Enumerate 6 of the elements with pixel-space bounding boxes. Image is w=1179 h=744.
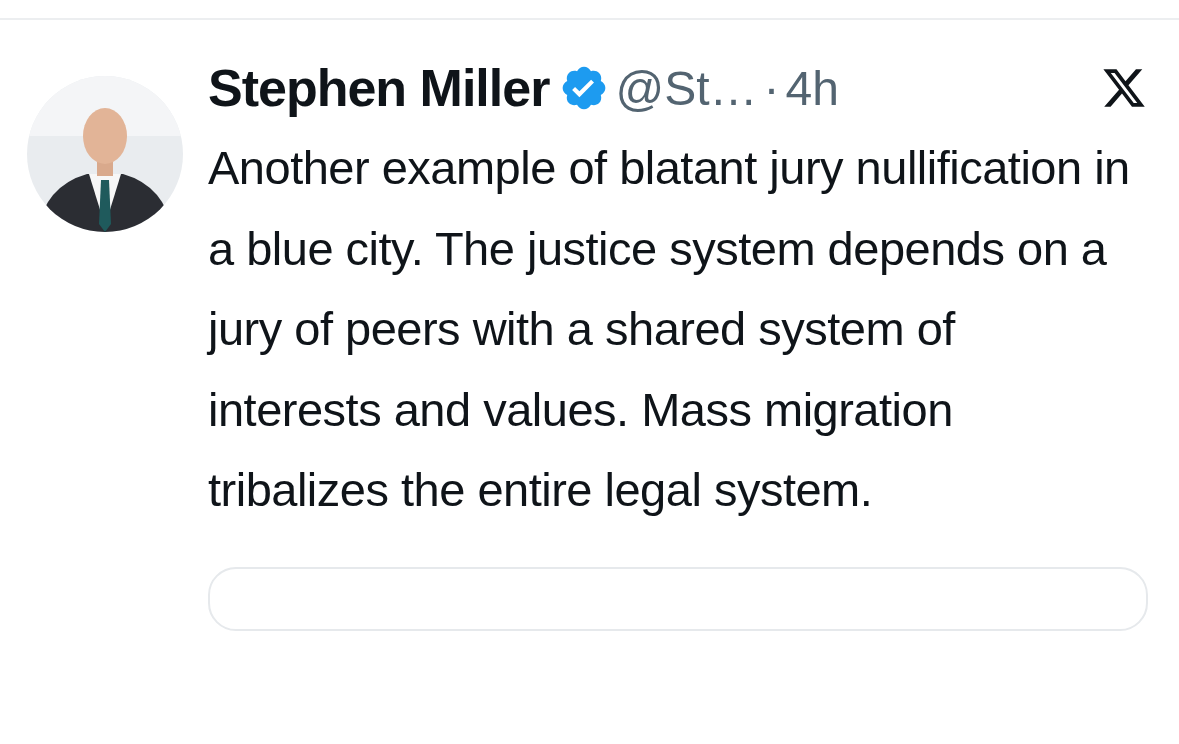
author-handle[interactable]: @St… xyxy=(615,60,758,116)
post-time[interactable]: 4h xyxy=(785,60,839,116)
separator: · xyxy=(763,60,780,116)
author-name[interactable]: Stephen Miller xyxy=(208,58,550,118)
post-text: Another example of blatant jury nullification in a blue city. The justice system depends on a jury of peers with a shared system of interests and values. Mass migration tribalizes the entire legal system. xyxy=(208,140,1131,518)
embedded-card[interactable] xyxy=(208,566,1148,631)
